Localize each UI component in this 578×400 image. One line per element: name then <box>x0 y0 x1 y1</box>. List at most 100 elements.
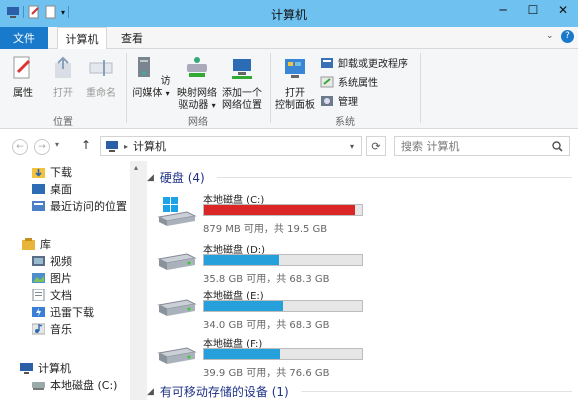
add-location-label-1: 添加一个 <box>222 88 262 99</box>
nav-item-drive-c[interactable]: 本地磁盘 (C:) <box>32 376 117 393</box>
properties-icon <box>13 56 31 79</box>
refresh-icon[interactable]: ⟳ <box>366 136 386 156</box>
nav-item-label: 桌面 <box>50 182 72 196</box>
nav-item-label: 迅雷下载 <box>50 305 94 319</box>
group-label-system: 系统 <box>335 117 355 128</box>
section-divider <box>216 177 572 178</box>
forward-icon[interactable]: → <box>34 139 50 155</box>
desktop-icon <box>32 183 45 194</box>
properties-button[interactable]: 属性 <box>10 55 36 100</box>
rename-label: 重命名 <box>86 88 116 99</box>
drive-usage-fill <box>204 255 280 265</box>
open-button[interactable]: 打开 <box>50 55 76 100</box>
pictures-icon <box>32 272 45 283</box>
control-panel-icon <box>285 59 305 78</box>
properties-label: 属性 <box>13 88 33 99</box>
scroll-up-icon[interactable]: ▴ <box>134 163 138 172</box>
ribbon-tabs: 文件 计算机 查看 ⌄ ? <box>0 27 578 50</box>
nav-item-videos[interactable]: 视频 <box>32 252 72 269</box>
section-title: 硬盘 (4) <box>159 171 205 185</box>
drive-item[interactable]: 本地磁盘 (C:) 879 MB 可用，共 19.5 GB <box>157 191 367 235</box>
recent-dropdown-icon[interactable]: ▾ <box>55 140 59 149</box>
section-header-hdd[interactable]: ◢ 硬盘 (4) <box>147 169 572 186</box>
drive-item[interactable]: 本地磁盘 (D:) 35.8 GB 可用，共 68.3 GB <box>157 241 367 285</box>
nav-item-library[interactable]: 库 <box>22 235 51 252</box>
collapse-icon[interactable]: ◢ <box>147 387 154 397</box>
drive-usage-fill <box>204 349 280 359</box>
uninstall-button[interactable]: 卸载或更改程序 <box>320 55 408 70</box>
open-control-panel-button[interactable]: 打开 控制面板 <box>274 55 316 112</box>
search-icon[interactable] <box>552 141 563 152</box>
group-label-location: 位置 <box>53 117 73 128</box>
drive-usage-fill <box>204 301 284 311</box>
windows-drive-icon <box>157 197 197 226</box>
nav-item-label: 本地磁盘 (C:) <box>50 378 118 392</box>
drive-icon <box>157 347 197 364</box>
open-label: 打开 <box>53 88 73 99</box>
breadcrumb-computer[interactable]: 计算机 <box>133 138 166 154</box>
drive-item[interactable]: 本地磁盘 (F:) 39.9 GB 可用，共 76.6 GB <box>157 335 367 379</box>
nav-item-label: 视频 <box>50 254 72 268</box>
rename-button[interactable]: 重命名 <box>84 55 118 100</box>
videos-icon <box>32 255 45 266</box>
nav-item-label: 计算机 <box>38 361 71 375</box>
back-icon[interactable]: ← <box>12 139 28 155</box>
computer-small-icon <box>106 141 118 152</box>
map-network-drive-button[interactable]: 映射网络 驱动器 ▾ <box>176 55 218 112</box>
tab-view[interactable]: 查看 <box>112 27 152 49</box>
access-media-button[interactable]: 访问媒体 ▾ <box>130 55 172 100</box>
add-network-location-button[interactable]: 添加一个 网络位置 <box>220 55 264 112</box>
group-divider <box>420 53 421 123</box>
nav-item-computer[interactable]: 计算机 <box>20 359 71 376</box>
nav-item-desktop[interactable]: 桌面 <box>32 180 72 197</box>
music-icon <box>32 323 45 334</box>
drive-icon <box>157 299 197 316</box>
collapse-icon[interactable]: ◢ <box>147 173 154 183</box>
section-header-removable[interactable]: ◢ 有可移动存储的设备 (1) <box>147 383 572 400</box>
control-panel-label-2: 控制面板 <box>275 100 315 111</box>
nav-item-downloads[interactable]: 下载 <box>32 163 72 180</box>
media-server-icon <box>138 57 151 77</box>
uninstall-icon <box>321 57 333 68</box>
nav-item-label: 文档 <box>50 288 72 302</box>
breadcrumb-separator-icon[interactable]: ▸ <box>124 142 128 151</box>
nav-item-documents[interactable]: 文档 <box>32 286 72 303</box>
nav-item-recent[interactable]: 最近访问的位置 <box>32 197 127 214</box>
manage-icon <box>321 95 333 106</box>
drive-icon <box>32 381 45 390</box>
system-properties-button[interactable]: 系统属性 <box>320 74 378 89</box>
ribbon-expand-icon[interactable]: ⌄ <box>546 31 554 41</box>
address-row: ← → ▾ ↑ ▸ 计算机 ▾ ⟳ 搜索 计算机 <box>0 131 578 161</box>
nav-scrollbar[interactable]: ▴ <box>130 161 147 400</box>
recent-places-icon <box>32 200 45 211</box>
section-divider <box>300 391 572 392</box>
address-dropdown-icon[interactable]: ▾ <box>350 142 354 151</box>
title-bar: ▾ 计算机 ─ ☐ ✕ <box>0 0 578 27</box>
nav-item-label: 图片 <box>50 271 72 285</box>
manage-button[interactable]: 管理 <box>320 93 358 108</box>
address-bar[interactable]: ▸ 计算机 <box>100 136 362 156</box>
drive-item[interactable]: 本地磁盘 (E:) 34.0 GB 可用，共 68.3 GB <box>157 287 367 331</box>
search-input[interactable]: 搜索 计算机 <box>394 136 570 156</box>
nav-item-pictures[interactable]: 图片 <box>32 269 72 286</box>
uninstall-label: 卸载或更改程序 <box>338 59 408 70</box>
nav-item-label: 库 <box>40 237 51 251</box>
minimize-icon[interactable]: ─ <box>488 0 518 20</box>
thunder-download-icon <box>32 306 45 317</box>
close-icon[interactable]: ✕ <box>548 0 578 20</box>
tab-file[interactable]: 文件 <box>0 27 48 49</box>
map-drive-label-1: 映射网络 <box>177 88 217 99</box>
up-arrow-icon[interactable]: ↑ <box>81 138 91 152</box>
system-properties-icon <box>320 76 334 87</box>
system-properties-label: 系统属性 <box>338 78 378 89</box>
drive-space-info: 34.0 GB 可用，共 68.3 GB <box>203 320 330 331</box>
manage-label: 管理 <box>338 97 358 108</box>
maximize-icon[interactable]: ☐ <box>518 0 548 20</box>
network-drive-icon <box>187 57 207 77</box>
help-icon[interactable]: ? <box>561 30 574 43</box>
nav-item-label: 下载 <box>50 165 72 179</box>
nav-item-music[interactable]: 音乐 <box>32 320 72 337</box>
computer-icon <box>20 362 33 374</box>
nav-item-thunder[interactable]: 迅雷下载 <box>32 303 94 320</box>
tab-computer[interactable]: 计算机 <box>57 27 107 50</box>
